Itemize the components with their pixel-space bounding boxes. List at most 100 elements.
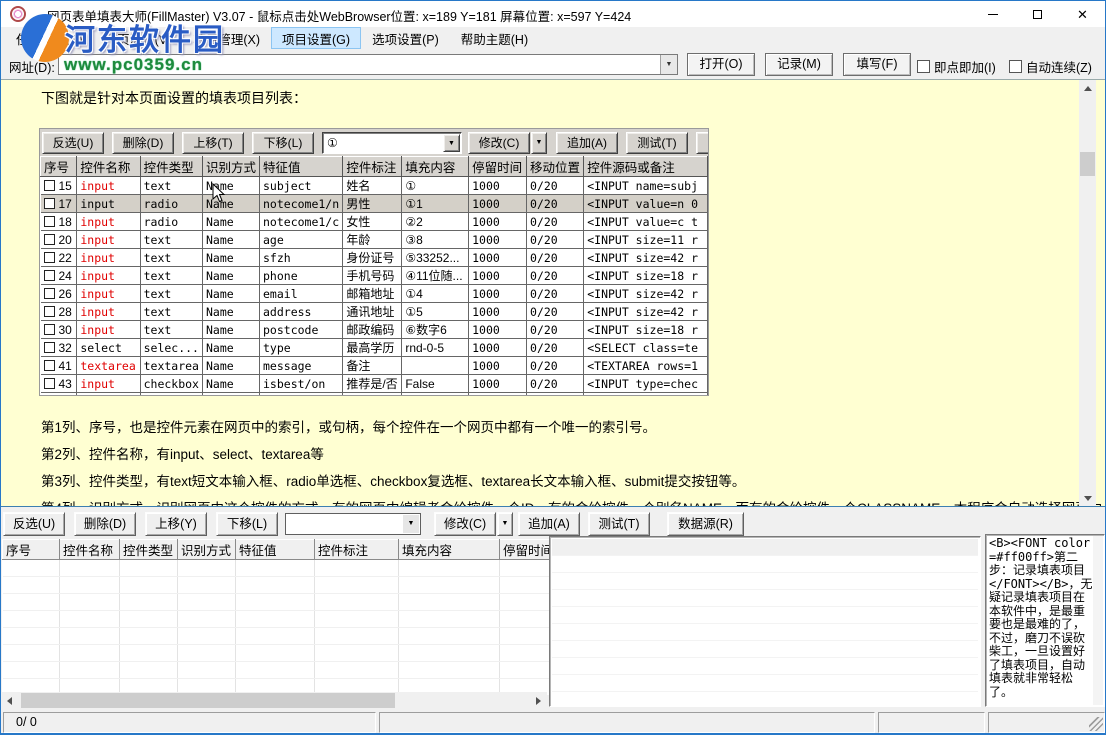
record-button[interactable]: 记录(M): [765, 53, 833, 76]
project-table-hscrollbar[interactable]: [1, 692, 547, 709]
status-bar: 0/ 0: [1, 711, 1106, 734]
table-header-cell: 序号: [41, 157, 77, 177]
project-table-header-cell[interactable]: 停留时间: [500, 540, 557, 560]
table-row: 15 input text Name subject 姓名 ① 1000 0/2…: [41, 177, 708, 195]
project-items-table: 序号控件名称控件类型识别方式特征值控件标注填充内容停留时间: [2, 539, 557, 696]
table-body: 15 input text Name subject 姓名 ① 1000 0/2…: [41, 177, 708, 397]
scroll-right-arrow[interactable]: [530, 692, 547, 709]
modify-dropdown-button[interactable]: ▼: [497, 512, 513, 536]
project-table-header-cell[interactable]: 控件类型: [120, 540, 178, 560]
maximize-icon: [1033, 10, 1042, 19]
help-text: <B><FONT color=#ff00ff>第二步：记录填表项目</FONT>…: [989, 537, 1093, 699]
toolbar-button[interactable]: 删除(D): [74, 512, 136, 536]
maximize-button[interactable]: [1015, 1, 1060, 27]
menu-item[interactable]: 帮助主题(H): [450, 27, 539, 49]
browser-content: 下图就是针对本页面设置的填表项目列表： 反选(U) 删除(D) 上移(T) 下移…: [1, 79, 1106, 507]
table-row: 18 input radio Name notecome1/c 女性 ②2 10…: [41, 213, 708, 231]
modify-button[interactable]: 修改(C): [434, 512, 496, 536]
project-table-header-cell[interactable]: 识别方式: [178, 540, 236, 560]
row-checkbox-icon: [44, 288, 55, 299]
row-checkbox-icon: [44, 342, 55, 353]
inner-partial-button: [696, 132, 709, 154]
window-controls: ✕: [970, 1, 1105, 27]
table-row: 20 input text Name age 年龄 ③8 1000 0/20 <…: [41, 231, 708, 249]
datasource-button[interactable]: 数据源(R): [667, 512, 744, 536]
inner-toolbar-button: 反选(U): [42, 132, 104, 154]
checkbox-icon: [1009, 60, 1022, 73]
help-text-panel[interactable]: <B><FONT color=#ff00ff>第二步：记录填表项目</FONT>…: [985, 534, 1105, 707]
auto-continue-checkbox[interactable]: 自动连续(Z): [1009, 57, 1092, 76]
menu-item[interactable]: 选项设置(P): [361, 27, 450, 49]
table-header-cell: 停留时间: [469, 157, 527, 177]
combo-dropdown-button[interactable]: ▼: [403, 515, 419, 533]
minimize-button[interactable]: [970, 1, 1015, 27]
inner-modify-dropdown: ▼: [531, 132, 547, 154]
click-to-add-checkbox[interactable]: 即点即加(I): [917, 57, 996, 76]
inner-test-button: 测试(T): [626, 132, 688, 154]
scrollbar-thumb[interactable]: [1080, 152, 1095, 176]
watermark-site-name: 河东软件园: [65, 15, 225, 59]
help-panel-scrollbar[interactable]: [1093, 536, 1103, 705]
empty-row: [3, 645, 557, 662]
log-list-selected-row: [552, 539, 978, 555]
row-checkbox-icon: [44, 198, 55, 209]
log-list-rows: [552, 539, 978, 704]
url-dropdown-button[interactable]: ▼: [660, 55, 677, 74]
row-checkbox-icon: [44, 180, 55, 191]
project-table-header-cell[interactable]: 序号: [3, 540, 60, 560]
empty-row: [3, 577, 557, 594]
help-paragraph: 第1列、序号，也是控件元素在网页中的索引，或句柄，每个控件在一个网页中都有一个唯…: [41, 420, 656, 436]
toolbar-button[interactable]: 下移(L): [216, 512, 278, 536]
project-table-header-cell[interactable]: 控件标注: [315, 540, 399, 560]
row-checkbox-icon: [44, 306, 55, 317]
hscrollbar-thumb[interactable]: [21, 693, 395, 708]
item-combobox[interactable]: ▼: [285, 513, 421, 535]
menu-item[interactable]: 项目设置(G): [271, 27, 361, 49]
table-header-cell: 控件类型: [140, 157, 202, 177]
fill-button[interactable]: 填写(F): [843, 53, 911, 76]
table-row: 30 input text Name postcode 邮政编码 ⑥数字6 10…: [41, 321, 708, 339]
toolbar-button[interactable]: 反选(U): [3, 512, 65, 536]
app-window: 网页表单填表大师(FillMaster) V3.07 - 鼠标点击处WebBro…: [0, 0, 1106, 735]
table-row: 32 select selec... Name type 最高学历 rnd-0-…: [41, 339, 708, 357]
project-table-header-cell[interactable]: 特征值: [236, 540, 315, 560]
lower-table-body: [3, 560, 557, 696]
append-button[interactable]: 追加(A): [518, 512, 580, 536]
project-table-header-cell[interactable]: 填充内容: [399, 540, 500, 560]
project-toolbar: 反选(U) 删除(D) 上移(Y) 下移(L) ▼ 修改(C) ▼ 追加(A) 测试(…: [1, 509, 1106, 539]
checkbox-label: 即点即加(I): [934, 57, 996, 76]
table-row: 46 input submit Name B1 提交 按钮 1000 0/20 …: [41, 393, 708, 397]
close-button[interactable]: ✕: [1060, 1, 1105, 27]
close-icon: ✕: [1077, 8, 1088, 21]
scroll-up-arrow[interactable]: [1079, 80, 1096, 97]
scroll-left-arrow[interactable]: [1, 692, 18, 709]
checkbox-label: 自动连续(Z): [1026, 57, 1092, 76]
row-checkbox-icon: [44, 216, 55, 227]
table-header-cell: 控件名称: [77, 157, 140, 177]
resize-grip[interactable]: [1089, 717, 1103, 731]
help-screenshot: 反选(U) 删除(D) 上移(T) 下移(L) ① ▼ 修改(C) ▼ 追加(A…: [39, 128, 709, 396]
form-items-table: 序号控件名称控件类型识别方式特征值控件标注填充内容停留时间移动位置控件源码或备注…: [40, 156, 708, 396]
intro-text: 下图就是针对本页面设置的填表项目列表：: [41, 88, 307, 108]
table-row: 22 input text Name sfzh 身份证号 ⑤33252... 1…: [41, 249, 708, 267]
table-header-cell: 控件源码或备注: [584, 157, 708, 177]
status-counter: 0/ 0: [3, 712, 376, 733]
content-scrollbar[interactable]: [1079, 80, 1096, 507]
project-table-header-row: 序号控件名称控件类型识别方式特征值控件标注填充内容停留时间: [3, 540, 557, 560]
table-row: 28 input text Name address 通讯地址 ①5 1000 …: [41, 303, 708, 321]
empty-row: [3, 560, 557, 577]
toolbar-button[interactable]: 上移(Y): [145, 512, 207, 536]
table-row: 26 input text Name email 邮箱地址 ①4 1000 0/…: [41, 285, 708, 303]
scroll-down-arrow[interactable]: [1079, 490, 1096, 507]
app-icon: [10, 6, 26, 22]
help-paragraph: 第3列、控件类型，有text短文本输入框、radio单选框、checkbox复选…: [41, 474, 745, 490]
status-panel: [878, 712, 985, 733]
project-table-header-cell[interactable]: 控件名称: [60, 540, 120, 560]
log-list-panel[interactable]: [549, 536, 981, 707]
table-header-cell: 特征值: [260, 157, 343, 177]
table-header-cell: 识别方式: [202, 157, 259, 177]
help-paragraph: 第2列、控件名称，有input、select、textarea等: [41, 447, 324, 463]
test-button[interactable]: 测试(T): [588, 512, 650, 536]
open-button[interactable]: 打开(O): [687, 53, 755, 76]
empty-row: [3, 594, 557, 611]
